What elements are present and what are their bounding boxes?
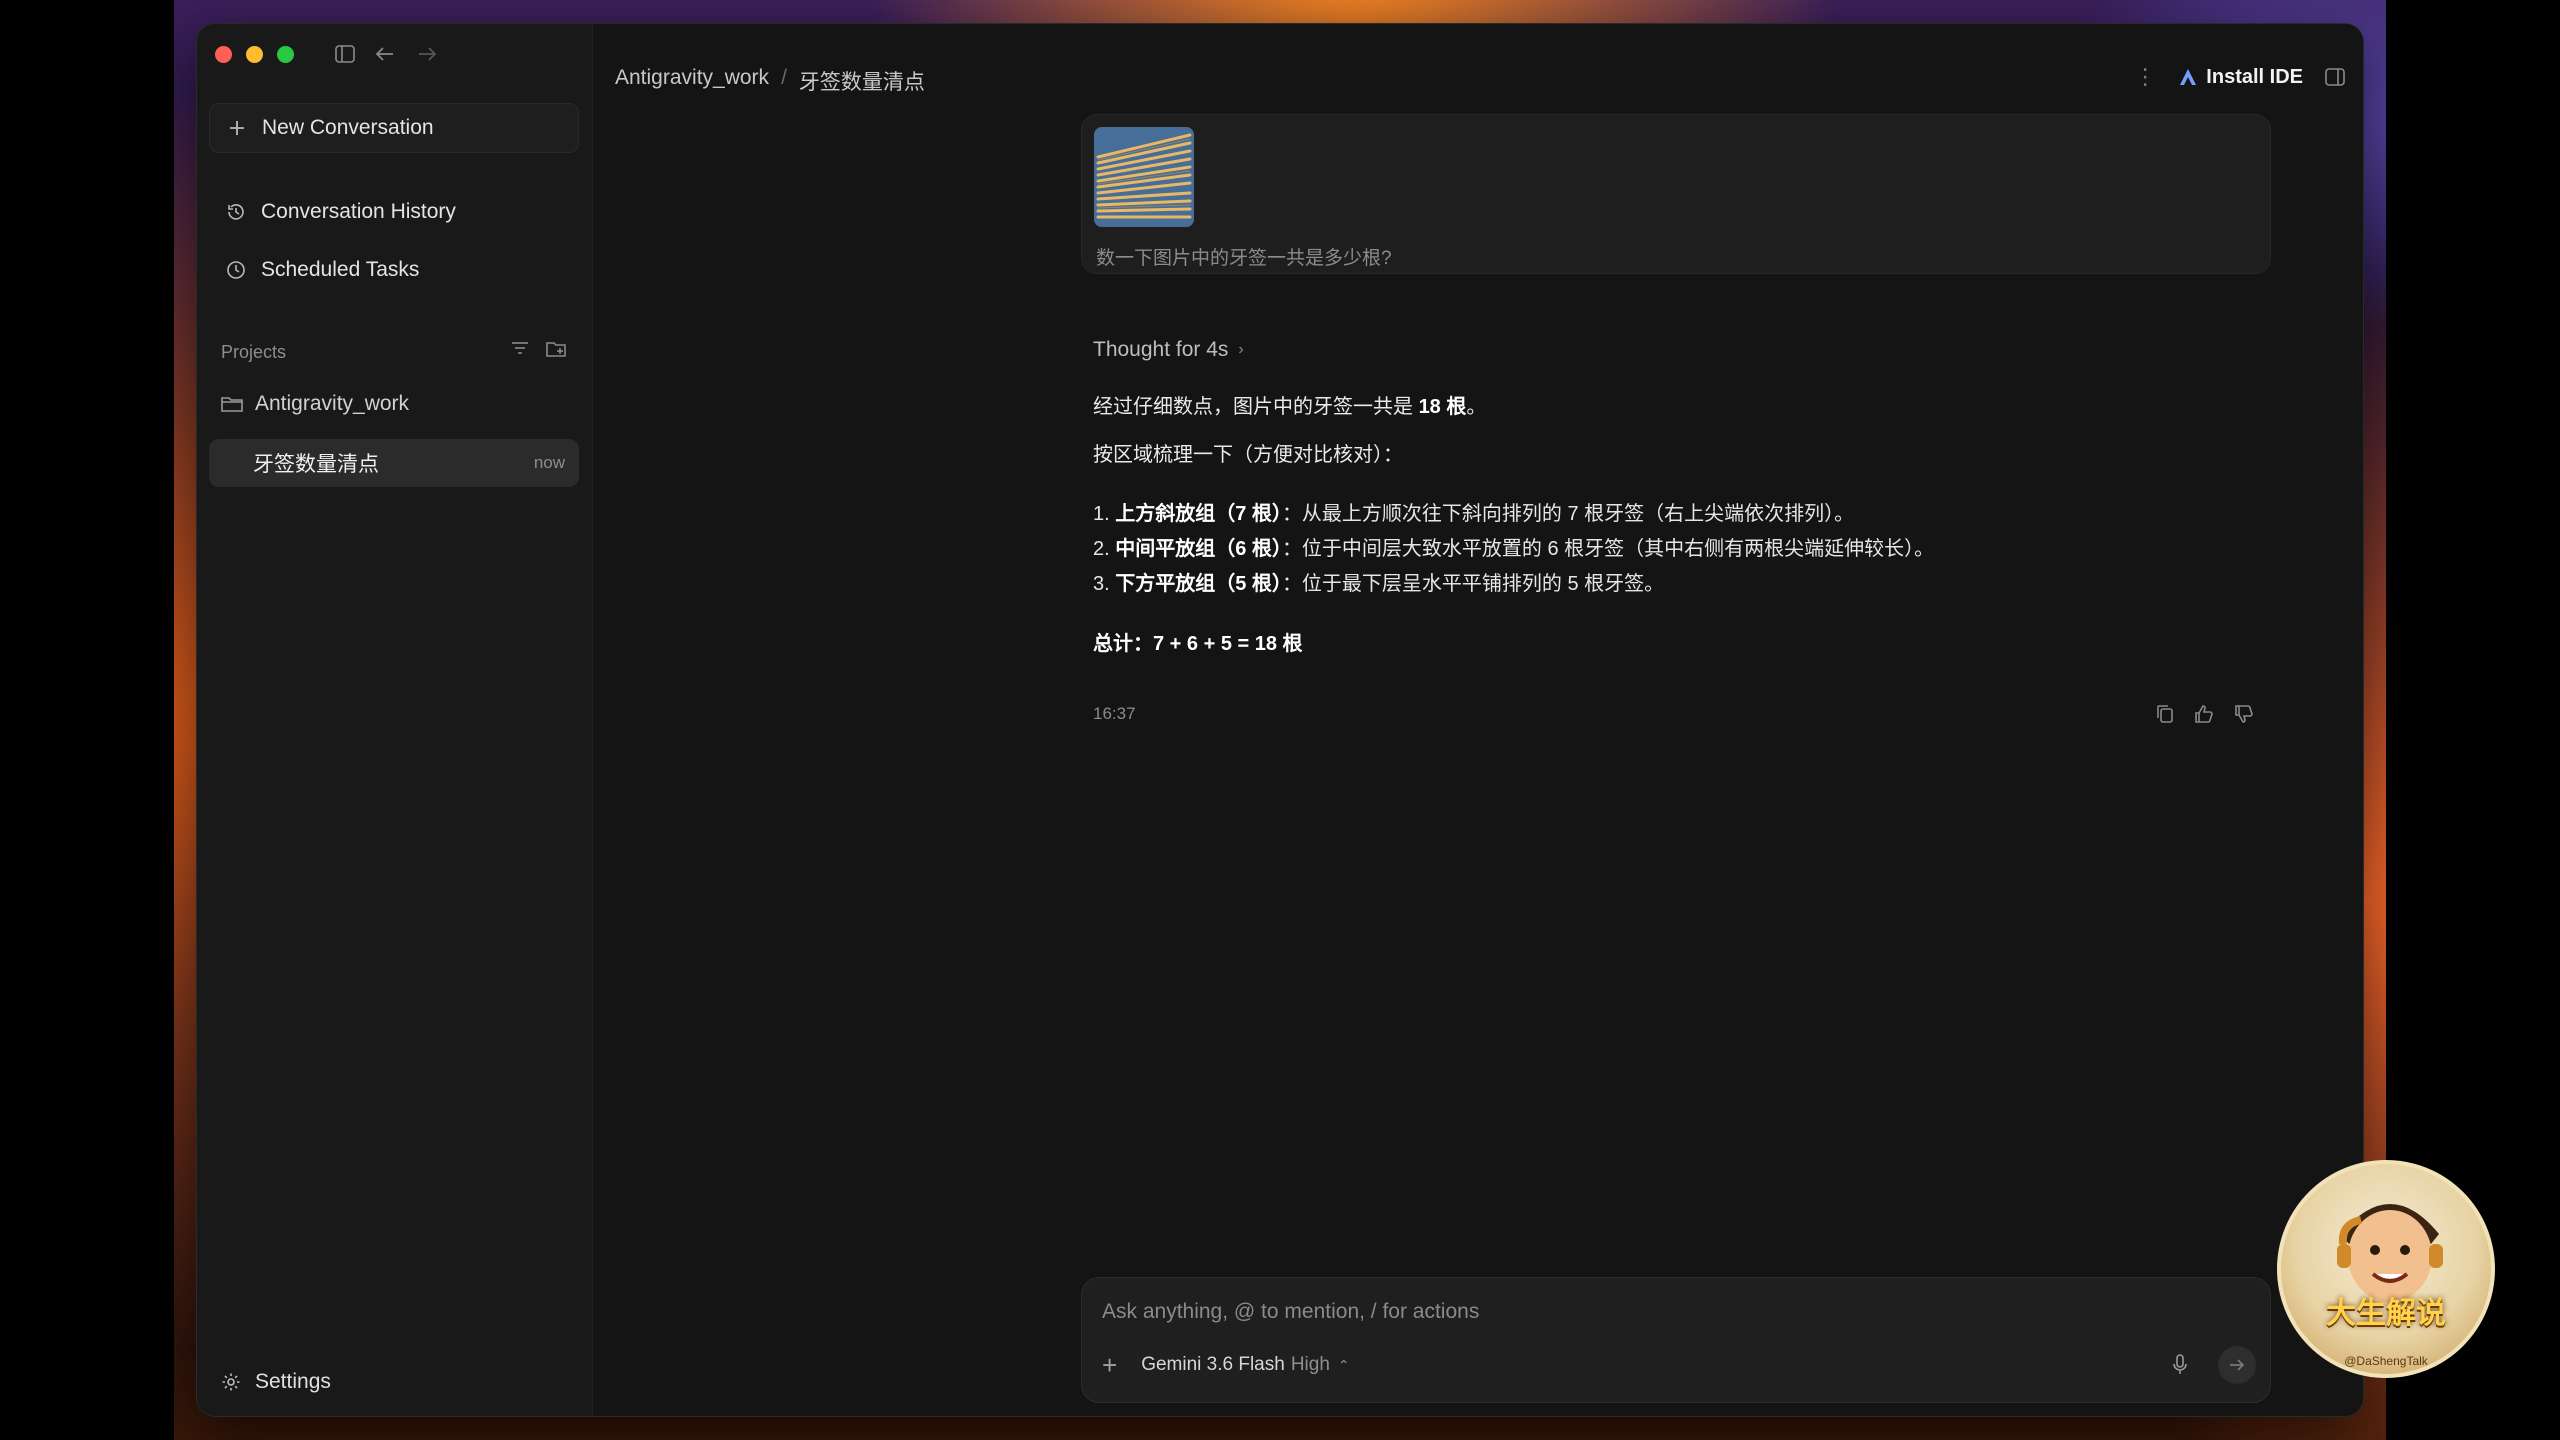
project-folder-label: Antigravity_work	[255, 392, 410, 415]
copy-icon[interactable]	[2156, 704, 2174, 729]
antigravity-logo-icon	[2180, 69, 2197, 85]
conversation-title: 牙签数量清点	[253, 453, 379, 476]
sidebar-item-conversation[interactable]: 牙签数量清点 now	[209, 439, 579, 487]
conversation-time: now	[533, 453, 565, 472]
list-item: 3. 下方平放组（5 根）：位于最下层呈水平平铺排列的 5 根牙签。	[1093, 567, 1664, 596]
breadcrumb-project[interactable]: Antigravity_work	[615, 66, 769, 96]
install-ide-label: Install IDE	[2206, 65, 2303, 88]
user-message-card: 数一下图片中的牙签一共是多少根?	[1081, 114, 2271, 274]
list-item: 2. 中间平放组（6 根）：位于中间层大致水平放置的 6 根牙签（其中右侧有两根…	[1093, 532, 1934, 561]
conversation-history-label: Conversation History	[261, 200, 456, 223]
composer-right-actions	[2172, 1346, 2256, 1384]
model-level: High	[1290, 1354, 1330, 1375]
thought-toggle[interactable]: Thought for 4s ›	[1093, 338, 1244, 362]
breadcrumb-conversation[interactable]: 牙签数量清点	[799, 66, 925, 96]
chevron-right-icon: ›	[1238, 341, 1244, 358]
back-arrow-icon[interactable]	[371, 40, 399, 68]
thought-label: Thought for 4s	[1093, 338, 1229, 361]
new-conversation-label: New Conversation	[262, 116, 434, 139]
plus-icon	[226, 120, 248, 136]
model-name: Gemini 3.6 Flash	[1141, 1354, 1285, 1375]
summary-prefix: 经过仔细数点，图片中的牙签一共是	[1093, 396, 1419, 418]
sidebar-toggle-icon[interactable]	[331, 40, 359, 68]
list-item: 1. 上方斜放组（7 根）：从最上方顺次往下斜向排列的 7 根牙签（右上尖端依次…	[1093, 497, 1854, 526]
history-icon	[225, 202, 247, 222]
clock-icon	[225, 260, 247, 280]
watermark-title: 大生解说	[2326, 1297, 2446, 1330]
microphone-icon[interactable]	[2172, 1354, 2188, 1376]
composer-toolbar: + Gemini 3.6 Flash High ⌃	[1102, 1346, 2256, 1384]
list-heading: 中间平放组（6 根）	[1115, 538, 1282, 560]
scheduled-tasks-label: Scheduled Tasks	[261, 258, 420, 281]
minimize-window-button[interactable]	[246, 46, 263, 63]
forward-arrow-icon[interactable]	[413, 40, 441, 68]
list-heading: 上方斜放组（7 根）	[1115, 503, 1282, 525]
list-heading: 下方平放组（5 根）	[1115, 573, 1282, 595]
settings-button[interactable]: Settings	[221, 1370, 331, 1394]
new-folder-icon[interactable]	[546, 340, 568, 363]
list-text: ：位于最下层呈水平平铺排列的 5 根牙签。	[1281, 573, 1665, 595]
more-options-icon[interactable]: ⋮	[2134, 64, 2156, 90]
list-number: 1.	[1093, 503, 1110, 525]
add-attachment-button[interactable]: +	[1102, 1352, 1117, 1378]
gear-icon	[221, 1372, 241, 1392]
list-number: 2.	[1093, 538, 1110, 560]
message-timestamp: 16:37	[1093, 704, 1136, 723]
projects-heading: Projects	[221, 342, 287, 362]
watermark-handle: @DaShengTalk	[2344, 1354, 2428, 1368]
send-button[interactable]	[2218, 1346, 2256, 1384]
response-summary: 经过仔细数点，图片中的牙签一共是 18 根。	[1093, 390, 1486, 419]
breadcrumb-separator: /	[781, 66, 787, 89]
thumbs-up-icon[interactable]	[2194, 704, 2214, 729]
model-selector[interactable]: Gemini 3.6 Flash High ⌃	[1141, 1354, 1349, 1376]
response-intro: 按区域梳理一下（方便对比核对）：	[1093, 444, 1403, 466]
summary-suffix: 。	[1466, 396, 1487, 418]
sidebar: New Conversation Conversation History Sc…	[197, 24, 593, 1416]
list-text: ：从最上方顺次往下斜向排列的 7 根牙签（右上尖端依次排列）。	[1281, 503, 1855, 525]
message-actions	[2156, 704, 2254, 729]
list-text: ：位于中间层大致水平放置的 6 根牙签（其中右侧有两根尖端延伸较长）。	[1281, 538, 1935, 560]
panel-toggle-icon[interactable]	[2325, 68, 2345, 86]
arrow-right-icon	[2230, 1359, 2245, 1371]
chevron-up-icon: ⌃	[1337, 1357, 1350, 1373]
breadcrumb: Antigravity_work / 牙签数量清点	[615, 66, 925, 96]
summary-count: 18 根	[1418, 396, 1467, 418]
cartoon-avatar-icon	[2337, 1204, 2443, 1302]
user-message-text: 数一下图片中的牙签一共是多少根?	[1096, 248, 1392, 269]
new-conversation-button[interactable]: New Conversation	[209, 103, 579, 153]
conversation-history-button[interactable]: Conversation History	[209, 187, 579, 237]
thumbs-down-icon[interactable]	[2234, 704, 2254, 729]
app-window: New Conversation Conversation History Sc…	[197, 24, 2363, 1416]
projects-actions	[510, 340, 568, 363]
window-controls	[215, 46, 294, 63]
install-ide-button[interactable]: Install IDE	[2178, 66, 2303, 89]
header-actions: ⋮ Install IDE	[2134, 64, 2345, 90]
folder-icon	[221, 395, 243, 413]
composer-input[interactable]: Ask anything, @ to mention, / for action…	[1102, 1300, 1479, 1324]
message-composer[interactable]: Ask anything, @ to mention, / for action…	[1081, 1277, 2271, 1403]
close-window-button[interactable]	[215, 46, 232, 63]
scheduled-tasks-button[interactable]: Scheduled Tasks	[209, 245, 579, 295]
project-folder-antigravity[interactable]: Antigravity_work	[221, 392, 409, 416]
attached-image-thumbnail[interactable]	[1094, 127, 1194, 227]
maximize-window-button[interactable]	[277, 46, 294, 63]
list-number: 3.	[1093, 573, 1110, 595]
main-panel: Antigravity_work / 牙签数量清点 ⋮ Install IDE	[593, 24, 2363, 1416]
total-text: 总计：7 + 6 + 5 = 18 根	[1093, 633, 1303, 655]
filter-icon[interactable]	[510, 340, 530, 363]
response-total: 总计：7 + 6 + 5 = 18 根	[1093, 627, 1303, 656]
channel-watermark-avatar: 大生解说 @DaShengTalk	[2277, 1160, 2495, 1378]
settings-label: Settings	[255, 1370, 331, 1393]
